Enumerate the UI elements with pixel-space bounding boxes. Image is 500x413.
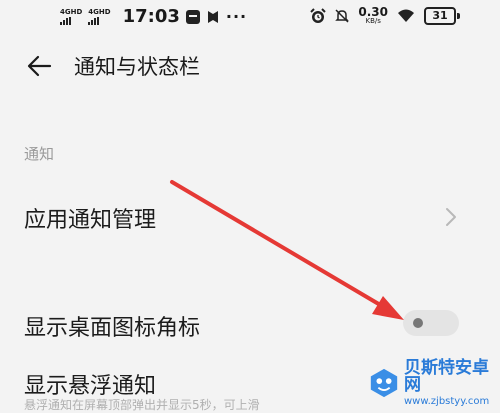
app-notification-management-row[interactable]: 应用通知管理 (0, 192, 500, 242)
watermark-logo-icon (370, 368, 398, 398)
status-bar-right: 0.30 KB/s 31 (310, 6, 460, 25)
watermark: 贝斯特安卓网 www.zjbstyy.com (368, 357, 500, 407)
more-notifications-icon: ··· (225, 7, 248, 26)
desktop-icon-badge-row: 显示桌面图标角标 (0, 298, 500, 348)
wifi-icon (398, 9, 414, 22)
desktop-icon-badge-label: 显示桌面图标角标 (24, 316, 201, 341)
status-bar-left: 4GHD 4GHD 17:03 ··· (60, 6, 247, 27)
status-bar: 4GHD 4GHD 17:03 ··· 0.30 KB/s 31 (0, 0, 500, 34)
chevron-right-icon (446, 208, 456, 226)
signal-bars-icon (88, 16, 100, 25)
bookmark-notification-icon (207, 10, 218, 23)
watermark-url: www.zjbstyy.com (404, 395, 490, 407)
network-speed: 0.30 KB/s (358, 6, 388, 25)
page-header: 通知与状态栏 (26, 46, 200, 86)
network-type-label: 4GHD (60, 7, 83, 16)
network-type-label: 4GHD (88, 7, 111, 16)
desktop-icon-badge-toggle[interactable] (403, 310, 459, 336)
network-speed-unit: KB/s (365, 17, 381, 25)
clock: 17:03 (122, 6, 180, 27)
message-notification-icon (185, 9, 200, 24)
signal-bars-icon (60, 16, 71, 25)
watermark-title: 贝斯特安卓网 (404, 357, 489, 395)
back-arrow-icon[interactable] (26, 52, 54, 80)
signal-1: 4GHD (60, 7, 83, 25)
toggle-knob (413, 318, 423, 328)
app-notification-management-label: 应用通知管理 (24, 208, 157, 233)
signal-2: 4GHD (88, 7, 111, 25)
battery-level: 31 (424, 6, 456, 25)
floating-notification-description: 悬浮通知在屏幕顶部弹出并显示5秒，可上滑 (24, 398, 260, 412)
alarm-icon (310, 7, 327, 23)
battery-icon: 31 (424, 6, 460, 25)
mute-bell-icon (335, 8, 350, 23)
page-title: 通知与状态栏 (74, 55, 200, 79)
section-header-notifications: 通知 (24, 145, 55, 163)
